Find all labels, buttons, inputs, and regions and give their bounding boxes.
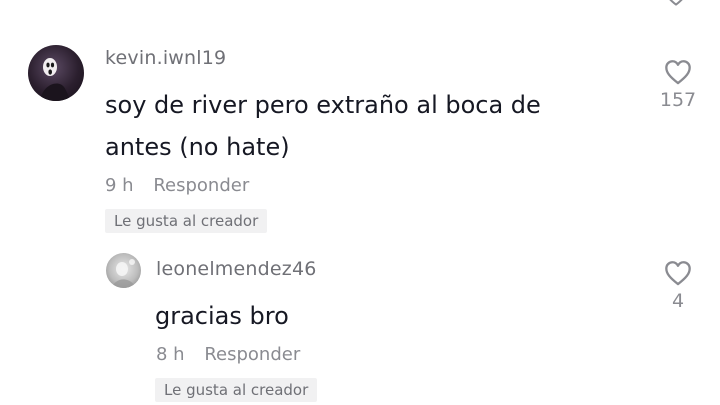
comment-text: gracias bro [155, 302, 289, 330]
reply-comment-item: leonelmendez46 gracias bro 8 h Responder… [0, 240, 720, 405]
creator-liked-badge: Le gusta al creador [155, 378, 318, 402]
comment-timestamp: 9 h [105, 175, 134, 196]
heart-outline-icon [665, 60, 691, 85]
comment-text-line-1: soy de river pero extraño al boca de [105, 91, 541, 119]
like-button[interactable]: 157 [655, 59, 701, 111]
photo-avatar-icon [112, 259, 136, 288]
like-count: 157 [659, 89, 697, 111]
like-count: 4 [671, 290, 685, 312]
comment-text-line-2: antes (no hate) [105, 133, 290, 161]
avatar[interactable] [106, 253, 141, 288]
avatar[interactable] [28, 45, 84, 101]
comment-username[interactable]: leonelmendez46 [156, 258, 317, 280]
comment-timestamp: 8 h [156, 344, 185, 365]
reply-button[interactable]: Responder [153, 175, 249, 196]
comment-item: kevin.iwnl19 soy de river pero extraño a… [0, 0, 720, 240]
reply-button[interactable]: Responder [204, 344, 300, 365]
comment-meta: 8 h Responder [156, 344, 300, 365]
heart-outline-icon [665, 261, 691, 286]
comment-username[interactable]: kevin.iwnl19 [105, 47, 226, 69]
masked-figure-icon [40, 58, 70, 101]
comment-meta: 9 h Responder [105, 175, 249, 196]
creator-liked-badge: Le gusta al creador [105, 209, 268, 233]
like-button[interactable]: 4 [655, 260, 701, 312]
